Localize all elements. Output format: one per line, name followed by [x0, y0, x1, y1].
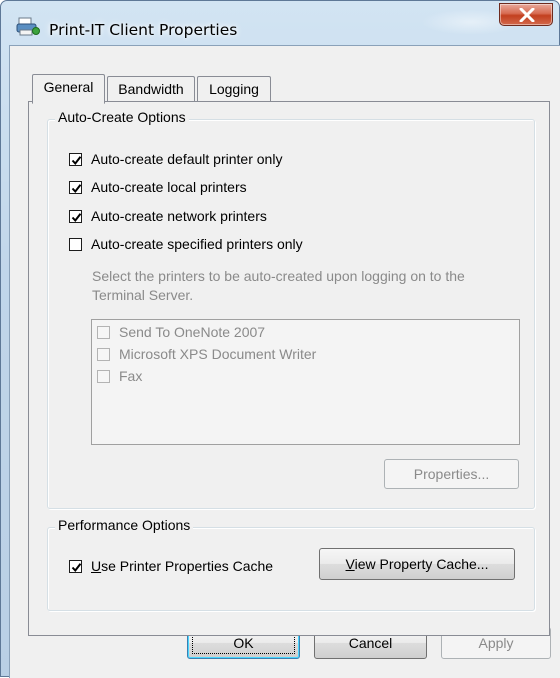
printer-name: Fax	[119, 368, 143, 384]
auto-create-groupbox	[47, 119, 535, 509]
printer-listbox[interactable]: Send To OneNote 2007 Microsoft XPS Docum…	[91, 319, 520, 445]
checkbox[interactable]	[69, 181, 82, 194]
option-label: Auto-create specified printers only	[91, 236, 303, 252]
option-label-text: se Printer Properties Cache	[101, 558, 274, 574]
checkbox[interactable]	[69, 238, 82, 251]
dialog-client-area: General Bandwidth Logging Auto-Create Op…	[9, 45, 560, 678]
close-button[interactable]	[499, 3, 553, 26]
auto-create-group-title: Auto-Create Options	[55, 109, 189, 125]
printer-app-icon	[16, 17, 40, 37]
hint-line-2: Terminal Server.	[92, 287, 194, 303]
close-icon	[519, 8, 535, 22]
checkmark-icon	[71, 156, 82, 166]
view-property-cache-button[interactable]: View Property Cache...	[319, 548, 515, 580]
checkbox[interactable]	[97, 370, 110, 383]
accelerator-key: U	[91, 558, 102, 574]
accelerator-key: V	[345, 556, 355, 572]
checkbox[interactable]	[69, 210, 82, 223]
tab-logging[interactable]: Logging	[197, 76, 271, 102]
tab-general-label: General	[43, 79, 94, 95]
checkbox[interactable]	[97, 348, 110, 361]
dialog-window: Print-IT Client Properties General Bandw…	[0, 0, 560, 678]
printer-name: Send To OneNote 2007	[119, 324, 266, 340]
general-tab-panel: Auto-Create Options Auto-create default …	[28, 101, 550, 636]
properties-button[interactable]: Properties...	[384, 459, 519, 489]
tab-general[interactable]: General	[32, 74, 105, 104]
checkbox[interactable]	[69, 153, 82, 166]
checkmark-icon	[71, 184, 82, 194]
checkbox[interactable]	[97, 326, 110, 339]
checkmark-icon	[71, 563, 82, 573]
checkbox[interactable]	[69, 560, 82, 573]
title-bar[interactable]: Print-IT Client Properties	[1, 1, 559, 45]
option-label: Auto-create default printer only	[91, 151, 283, 167]
properties-button-label: Properties...	[413, 466, 490, 482]
button-label-text: iew Property Cache...	[354, 556, 489, 572]
hint-line-1: Select the printers to be auto-created u…	[92, 268, 465, 284]
tab-bandwidth-label: Bandwidth	[118, 81, 184, 97]
performance-group-title: Performance Options	[55, 517, 194, 533]
tab-logging-label: Logging	[209, 81, 259, 97]
window-title: Print-IT Client Properties	[49, 21, 238, 39]
checkmark-icon	[71, 213, 82, 223]
apply-button-label: Apply	[478, 635, 514, 651]
tab-bandwidth[interactable]: Bandwidth	[107, 76, 195, 102]
option-label: Auto-create local printers	[91, 179, 247, 195]
printer-selection-hint: Select the printers to be auto-created u…	[92, 267, 465, 305]
option-label: Use Printer Properties Cache	[91, 558, 273, 574]
cancel-button-label: Cancel	[348, 635, 393, 651]
option-label: Auto-create network printers	[91, 208, 267, 224]
printer-name: Microsoft XPS Document Writer	[119, 346, 317, 362]
